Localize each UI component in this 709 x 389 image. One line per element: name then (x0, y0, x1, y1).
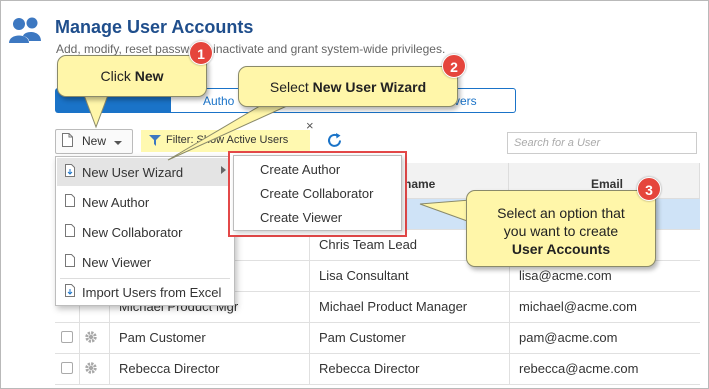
step-badge-3: 3 (637, 177, 661, 201)
table-cell-display-name: Lisa Consultant (319, 268, 409, 283)
users-icon (9, 17, 41, 43)
filter-chip[interactable]: Filter: Show Active Users (141, 130, 310, 152)
table-cell-email: rebecca@acme.com (519, 361, 639, 376)
row-checkbox[interactable] (61, 362, 73, 374)
menu-item-label: New Collaborator (82, 225, 183, 240)
table-cell-display-name: Rebecca Director (319, 361, 420, 376)
table-cell-display-name: Pam Customer (319, 330, 406, 345)
gear-icon[interactable] (84, 330, 98, 344)
row-divider (55, 322, 700, 323)
callout-3: Select an option that you want to create… (466, 190, 656, 267)
submenu-item-create-viewer[interactable]: Create Viewer (260, 210, 342, 225)
menu-item-new-author[interactable]: New Author (57, 188, 234, 216)
row-checkbox[interactable] (61, 331, 73, 343)
row-divider (55, 353, 700, 354)
chevron-down-icon[interactable] (114, 141, 122, 145)
filter-icon (149, 135, 161, 146)
document-icon (62, 133, 73, 147)
callout-2: Select New User Wizard (238, 66, 458, 107)
import-document-icon (65, 284, 75, 297)
menu-item-label: New Author (82, 195, 150, 210)
search-input[interactable]: Search for a User (507, 132, 697, 154)
table-cell-email: michael@acme.com (519, 299, 637, 314)
menu-item-label: New Viewer (82, 255, 152, 270)
menu-item-new-viewer[interactable]: New Viewer (57, 248, 234, 276)
submenu-item-create-collaborator[interactable]: Create Collaborator (260, 186, 373, 201)
page-subtitle: Add, modify, reset password, inactivate … (56, 42, 446, 56)
step-badge-1: 1 (189, 41, 213, 65)
callout-1-text: Click (100, 68, 135, 84)
menu-item-import-users[interactable]: Import Users from Excel (57, 278, 234, 306)
callout-1-bold: New (134, 68, 164, 84)
table-cell-email: lisa@acme.com (519, 268, 612, 283)
new-dropdown-menu: New User Wizard New Author New Collabora… (55, 156, 235, 306)
table-cell-name[interactable]: Rebecca Director (119, 361, 219, 376)
callout-2-text: Select (269, 79, 313, 95)
document-icon (65, 254, 75, 267)
document-icon (65, 194, 75, 207)
row-divider (55, 384, 700, 385)
wizard-document-icon (65, 164, 75, 177)
table-cell-display-name: Michael Product Manager (319, 299, 468, 314)
table-cell-email: pam@acme.com (519, 330, 618, 345)
menu-divider (60, 278, 230, 279)
chevron-right-icon (221, 166, 226, 174)
refresh-icon[interactable] (326, 132, 343, 149)
menu-item-label: New User Wizard (82, 165, 184, 180)
menu-item-new-collaborator[interactable]: New Collaborator (57, 218, 234, 246)
callout-3-line-2: you want to create (503, 223, 619, 239)
table-cell-name[interactable]: Pam Customer (119, 330, 206, 345)
document-icon (65, 224, 75, 237)
close-icon[interactable]: × (306, 118, 314, 133)
page-title: Manage User Accounts (55, 17, 254, 37)
menu-item-new-user-wizard[interactable]: New User Wizard (57, 158, 234, 186)
step-badge-2: 2 (442, 54, 466, 78)
callout-3-bold: User Accounts (511, 241, 611, 257)
callout-3-line-1: Select an option that (497, 205, 625, 221)
submenu-item-create-author[interactable]: Create Author (260, 162, 340, 177)
callout-2-bold: New User Wizard (312, 79, 427, 95)
gear-icon[interactable] (84, 361, 98, 375)
table-cell-display-name: Chris Team Lead (319, 237, 418, 252)
callout-1: Click New (57, 55, 207, 97)
menu-item-label: Import Users from Excel (82, 285, 222, 300)
